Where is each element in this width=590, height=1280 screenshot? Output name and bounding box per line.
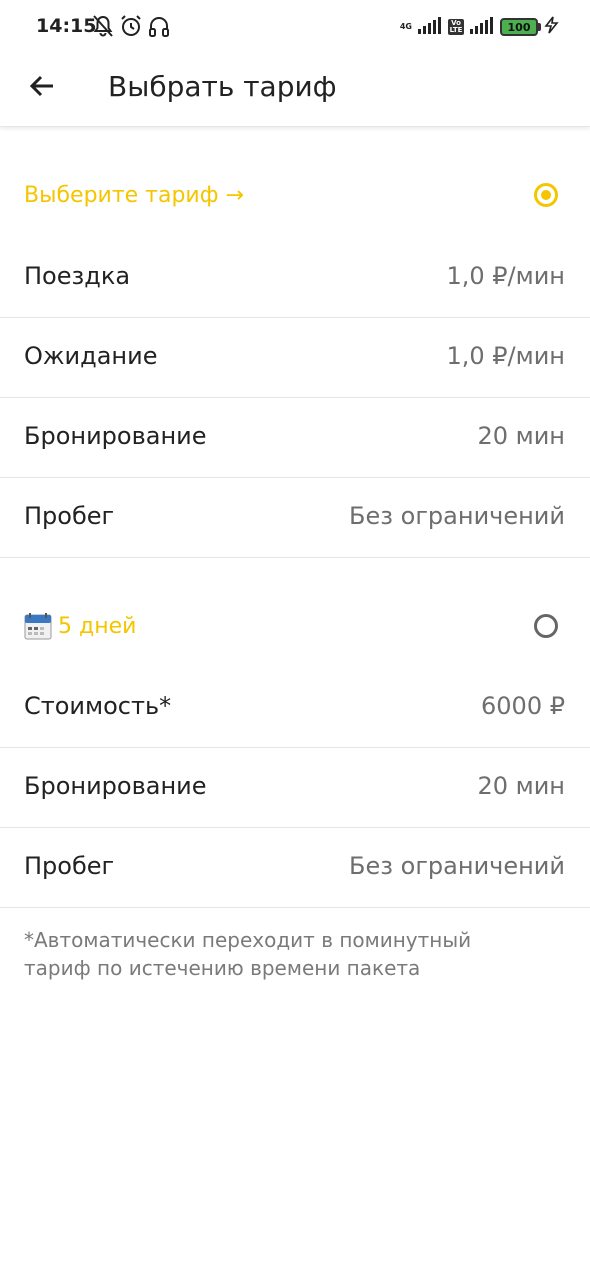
tariff-title: 5 дней xyxy=(58,613,137,639)
tariff-row: Пробег Без ограничений xyxy=(0,828,590,908)
row-label: Бронирование xyxy=(24,772,207,800)
row-label: Поездка xyxy=(24,262,131,290)
tariff-row: Поездка 1,0 ₽/мин xyxy=(0,238,590,318)
status-left-icons xyxy=(92,14,170,38)
charging-icon xyxy=(544,16,560,38)
row-value: 1,0 ₽/мин xyxy=(446,342,565,370)
row-label: Стоимость* xyxy=(24,692,172,720)
radio-selected[interactable] xyxy=(534,183,558,207)
notifications-off-icon xyxy=(92,14,114,38)
arrow-left-icon xyxy=(29,75,53,97)
row-value: Без ограничений xyxy=(349,852,565,880)
tariff-title: Выберите тариф → xyxy=(24,183,244,208)
row-label: Пробег xyxy=(24,502,115,530)
tariff-title-group: 5 дней xyxy=(24,612,136,640)
tariff-option-per-minute[interactable]: Выберите тариф → xyxy=(0,158,590,236)
tariff-row: Стоимость* 6000 ₽ xyxy=(0,668,590,748)
battery-icon: 100 xyxy=(500,18,541,36)
footnote: *Автоматически переходит в поминутный та… xyxy=(24,928,472,980)
signal-icon xyxy=(418,16,442,38)
tariff-row: Ожидание 1,0 ₽/мин xyxy=(0,318,590,398)
row-value: Без ограничений xyxy=(349,502,565,530)
row-label: Ожидание xyxy=(24,342,158,370)
row-value: 20 мин xyxy=(477,422,565,450)
radio-unselected[interactable] xyxy=(534,614,558,638)
network-type: 4G xyxy=(399,22,412,31)
tariff-row: Бронирование 20 мин xyxy=(0,748,590,828)
row-label: Бронирование xyxy=(24,422,207,450)
tariff-option-5-days[interactable]: 5 дней xyxy=(0,588,590,666)
row-value: 1,0 ₽/мин xyxy=(446,262,565,290)
app-bar: Выбрать тариф xyxy=(0,52,590,127)
back-button[interactable] xyxy=(22,66,62,106)
row-value: 20 мин xyxy=(477,772,565,800)
status-time: 14:15 xyxy=(36,15,97,37)
status-bar: 14:15 4G Vo LTE 100 xyxy=(0,0,590,52)
signal-icon-2 xyxy=(470,16,494,38)
volte-badge: Vo LTE xyxy=(448,19,464,35)
calendar-icon xyxy=(24,613,52,640)
tariff-row: Пробег Без ограничений xyxy=(0,478,590,558)
alarm-icon xyxy=(120,14,142,38)
row-label: Пробег xyxy=(24,852,115,880)
tariff-row: Бронирование 20 мин xyxy=(0,398,590,478)
status-right-icons: 4G Vo LTE 100 xyxy=(400,16,560,38)
page-title: Выбрать тариф xyxy=(108,70,337,103)
headphones-icon xyxy=(148,14,170,38)
row-value: 6000 ₽ xyxy=(481,692,565,720)
battery-level: 100 xyxy=(507,20,531,34)
